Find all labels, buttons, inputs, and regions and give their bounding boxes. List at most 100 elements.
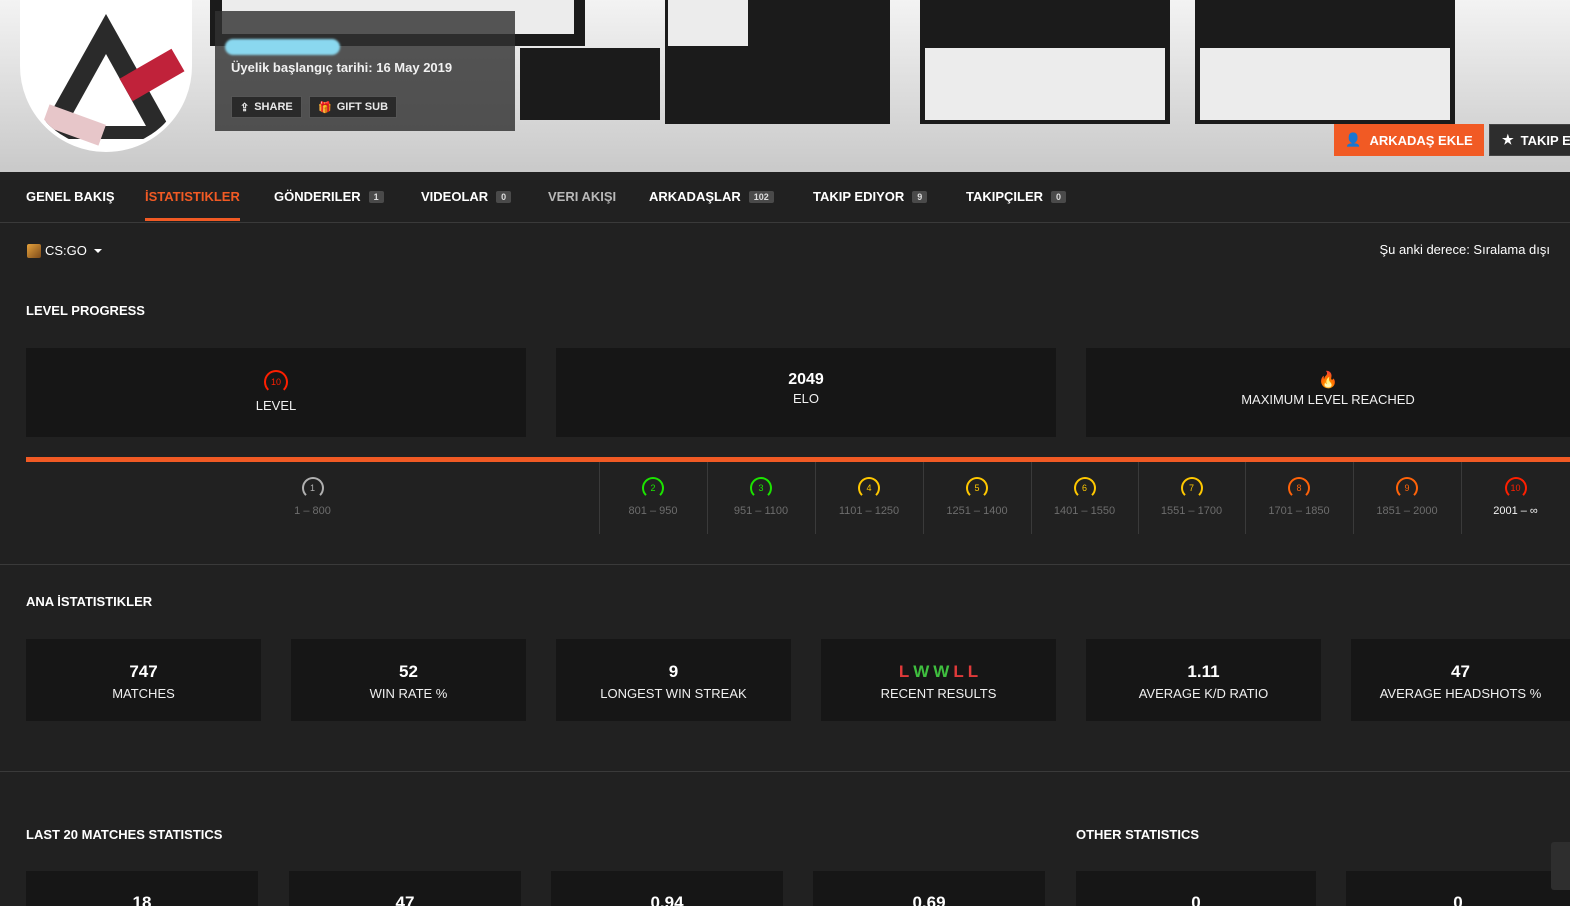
tab-feed[interactable]: VERI AKIŞI — [548, 189, 616, 204]
range-text: 1251 – 1400 — [946, 505, 1008, 517]
win-streak-card: 9 LONGEST WIN STREAK — [556, 639, 791, 721]
range-level-number: 6 — [1081, 483, 1087, 493]
fire-icon: 🔥 — [1318, 372, 1338, 389]
section-divider — [0, 564, 1570, 565]
recent-results-value: LWWLL — [821, 662, 1056, 682]
tab-posts[interactable]: GÖNDERILER 1 — [274, 189, 384, 204]
game-selector[interactable]: CS:GO — [27, 243, 102, 258]
tab-label: GÖNDERILER — [274, 189, 361, 204]
level-range-2: 2 801 – 950 — [599, 462, 707, 534]
result-loss: L — [898, 662, 910, 681]
last20-stat-card: 0.69 — [813, 871, 1045, 906]
headshots-card: 47 AVERAGE HEADSHOTS % — [1351, 639, 1570, 721]
kd-ratio-card: 1.11 AVERAGE K/D RATIO — [1086, 639, 1321, 721]
last20-stat-value: 47 — [395, 893, 415, 906]
level-label: LEVEL — [255, 398, 297, 413]
divider — [815, 462, 816, 534]
level-range-4: 4 1101 – 1250 — [815, 462, 923, 534]
level-gauge-icon: 9 — [1396, 477, 1418, 499]
win-rate-card: 52 WIN RATE % — [291, 639, 526, 721]
recent-results-card: LWWLL RECENT RESULTS — [821, 639, 1056, 721]
win-rate-value: 52 — [399, 662, 418, 681]
active-tab-underline — [145, 218, 240, 221]
profile-info-box: Üyelik başlangıç tarihi: 16 May 2019 ⇪ S… — [215, 11, 515, 131]
tab-overview[interactable]: GENEL BAKIŞ — [26, 189, 115, 204]
redacted-username — [225, 39, 340, 55]
matches-card: 747 MATCHES — [26, 639, 261, 721]
win-rate-label: WIN RATE % — [369, 686, 448, 701]
avatar[interactable] — [20, 0, 192, 152]
level-ranges: 1 1 – 800 2 801 – 950 3 951 – 1100 4 110… — [26, 462, 1570, 534]
level-gauge-icon: 4 — [858, 477, 880, 499]
tab-count-badge: 9 — [912, 190, 928, 203]
tab-count-badge: 0 — [496, 190, 512, 203]
range-text: 801 – 950 — [628, 505, 678, 517]
share-label: SHARE — [254, 101, 293, 113]
gift-sub-button[interactable]: 🎁 GIFT SUB — [309, 96, 398, 118]
tab-friends[interactable]: ARKADAŞLAR 102 — [649, 189, 774, 204]
tab-followers[interactable]: TAKIPÇILER 0 — [966, 189, 1067, 204]
side-panel-handle[interactable] — [1551, 842, 1570, 890]
add-friend-button[interactable]: 👤 ARKADAŞ EKLE — [1334, 124, 1484, 156]
level-range-10: 10 2001 – ∞ — [1461, 462, 1570, 534]
section-title-main-stats: ANA İSTATISTIKLER — [26, 594, 153, 609]
divider — [1461, 462, 1462, 534]
headshots-label: AVERAGE HEADSHOTS % — [1379, 686, 1542, 701]
level-range-5: 5 1251 – 1400 — [923, 462, 1031, 534]
range-level-number: 1 — [309, 483, 315, 493]
recent-results-label: RECENT RESULTS — [880, 686, 997, 701]
current-rank-text: Şu anki derece: Sıralama dışı — [1379, 242, 1550, 257]
section-divider — [0, 771, 1570, 772]
tab-label: TAKIPÇILER — [966, 189, 1044, 204]
headshots-value: 47 — [1451, 662, 1470, 681]
range-text: 1 – 800 — [294, 505, 331, 517]
tab-count-badge: 1 — [368, 190, 384, 203]
share-button[interactable]: ⇪ SHARE — [231, 96, 302, 118]
range-level-number: 5 — [974, 483, 980, 493]
win-streak-value: 9 — [668, 662, 679, 681]
result-win: W — [913, 662, 930, 681]
tab-label: VERI AKIŞI — [548, 189, 617, 204]
level-gauge-icon: 6 — [1073, 477, 1096, 499]
last20-stat-card: 47 — [289, 871, 521, 906]
tab-following[interactable]: TAKIP EDIYOR 9 — [813, 189, 928, 204]
range-text: 1551 – 1700 — [1160, 505, 1223, 517]
range-text: 1401 – 1550 — [1053, 505, 1116, 517]
level-gauge-icon: 8 — [1288, 477, 1310, 499]
gift-icon: 🎁 — [318, 101, 332, 114]
matches-value: 747 — [129, 662, 158, 681]
gift-sub-label: GIFT SUB — [336, 101, 389, 113]
section-title-other-stats: OTHER STATISTICS — [1076, 827, 1200, 842]
elo-label: ELO — [792, 391, 819, 406]
divider — [1353, 462, 1354, 534]
matches-label: MATCHES — [112, 686, 175, 701]
level-gauge-icon: 10 — [1504, 477, 1527, 499]
range-level-number: 9 — [1404, 483, 1410, 493]
last20-stat-card: 0.94 — [551, 871, 783, 906]
last20-stat-value: 18 — [132, 893, 152, 906]
level-gauge-icon: 3 — [750, 477, 772, 499]
section-title-level-progress: LEVEL PROGRESS — [26, 303, 145, 318]
range-level-number: 8 — [1296, 483, 1302, 493]
level-gauge-icon: 5 — [966, 477, 988, 499]
banner-shape — [925, 48, 1165, 120]
kd-ratio-label: AVERAGE K/D RATIO — [1138, 686, 1269, 701]
tab-statistics[interactable]: İSTATISTIKLER — [145, 189, 240, 221]
divider — [1138, 462, 1139, 534]
follow-button[interactable]: ★ TAKIP ET — [1489, 124, 1570, 156]
banner-shape — [668, 0, 748, 46]
range-level-number: 4 — [866, 483, 872, 493]
csgo-icon — [27, 243, 41, 258]
win-streak-label: LONGEST WIN STREAK — [600, 686, 747, 701]
tab-label: İSTATISTIKLER — [145, 189, 240, 204]
last20-stat-value: 0.69 — [912, 893, 946, 906]
tab-videos[interactable]: VIDEOLAR 0 — [421, 189, 512, 204]
section-title-last20: LAST 20 MATCHES STATISTICS — [26, 827, 223, 842]
banner-shape — [520, 48, 660, 120]
divider — [923, 462, 924, 534]
level-gauge-icon: 2 — [642, 477, 664, 499]
member-since-text: Üyelik başlangıç tarihi: 16 May 2019 — [231, 60, 453, 75]
level-range-3: 3 951 – 1100 — [707, 462, 815, 534]
range-text: 1851 – 2000 — [1376, 505, 1438, 517]
kd-ratio-value: 1.11 — [1187, 662, 1220, 681]
